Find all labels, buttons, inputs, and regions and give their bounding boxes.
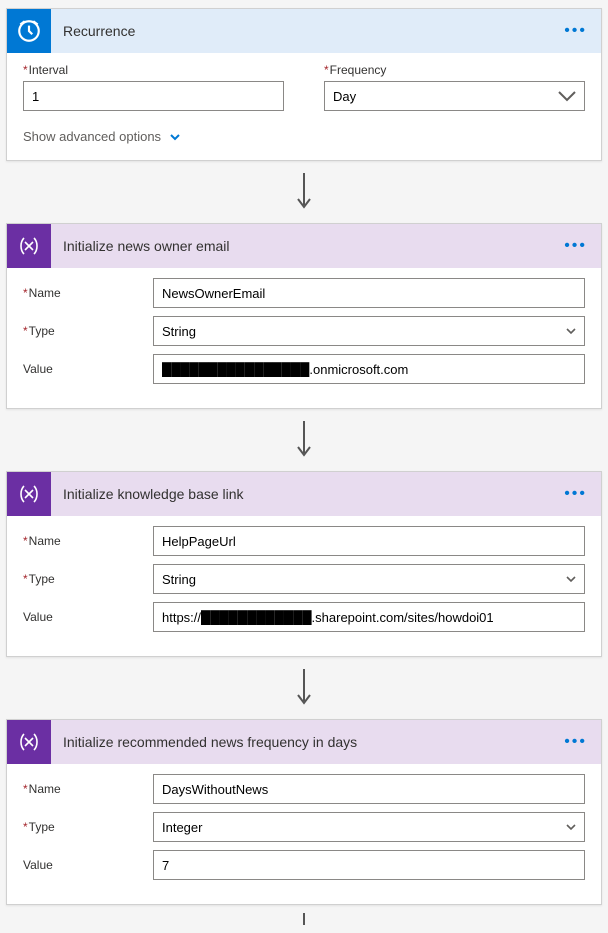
recurrence-header[interactable]: Recurrence ••• (7, 9, 601, 53)
interval-input[interactable] (23, 81, 284, 111)
init-kb-header[interactable]: Initialize knowledge base link ••• (7, 472, 601, 516)
chevron-down-icon (169, 131, 181, 143)
init-email-title: Initialize news owner email (51, 238, 560, 254)
name-input[interactable] (153, 278, 585, 308)
name-label: Name (29, 782, 61, 796)
name-input[interactable] (153, 774, 585, 804)
variable-icon (7, 720, 51, 764)
type-label: Type (29, 820, 55, 834)
required-marker: * (23, 286, 28, 300)
arrow-connector (6, 165, 602, 223)
init-days-card: Initialize recommended news frequency in… (6, 719, 602, 905)
type-select[interactable] (153, 316, 585, 346)
variable-icon (7, 224, 51, 268)
variable-icon (7, 472, 51, 516)
type-label: Type (29, 572, 55, 586)
type-select[interactable] (153, 564, 585, 594)
name-label: Name (29, 286, 61, 300)
init-email-menu[interactable]: ••• (560, 233, 591, 259)
frequency-select[interactable] (324, 81, 585, 111)
init-days-title: Initialize recommended news frequency in… (51, 734, 560, 750)
init-email-header[interactable]: Initialize news owner email ••• (7, 224, 601, 268)
init-kb-card: Initialize knowledge base link ••• *Name… (6, 471, 602, 657)
arrow-connector (6, 413, 602, 471)
init-email-card: Initialize news owner email ••• *Name *T… (6, 223, 602, 409)
type-select[interactable] (153, 812, 585, 842)
required-marker: * (23, 324, 28, 338)
show-advanced-options-link[interactable]: Show advanced options (23, 129, 181, 144)
value-label: Value (23, 610, 53, 624)
name-input[interactable] (153, 526, 585, 556)
required-marker: * (23, 782, 28, 796)
init-days-header[interactable]: Initialize recommended news frequency in… (7, 720, 601, 764)
value-input[interactable] (153, 354, 585, 384)
required-marker: * (23, 820, 28, 834)
value-input[interactable] (153, 602, 585, 632)
recurrence-menu[interactable]: ••• (560, 18, 591, 44)
frequency-label: Frequency (330, 63, 387, 77)
advanced-label: Show advanced options (23, 129, 161, 144)
value-input[interactable] (153, 850, 585, 880)
init-days-menu[interactable]: ••• (560, 729, 591, 755)
required-marker: * (23, 534, 28, 548)
required-marker: * (324, 63, 329, 77)
value-label: Value (23, 362, 53, 376)
recurrence-title: Recurrence (51, 23, 560, 39)
clock-icon (7, 9, 51, 53)
required-marker: * (23, 63, 28, 77)
name-label: Name (29, 534, 61, 548)
arrow-connector (6, 909, 602, 925)
interval-label: Interval (29, 63, 68, 77)
recurrence-card: Recurrence ••• * Interval * Frequency (6, 8, 602, 161)
required-marker: * (23, 572, 28, 586)
init-kb-menu[interactable]: ••• (560, 481, 591, 507)
init-kb-title: Initialize knowledge base link (51, 486, 560, 502)
arrow-connector (6, 661, 602, 719)
type-label: Type (29, 324, 55, 338)
value-label: Value (23, 858, 53, 872)
